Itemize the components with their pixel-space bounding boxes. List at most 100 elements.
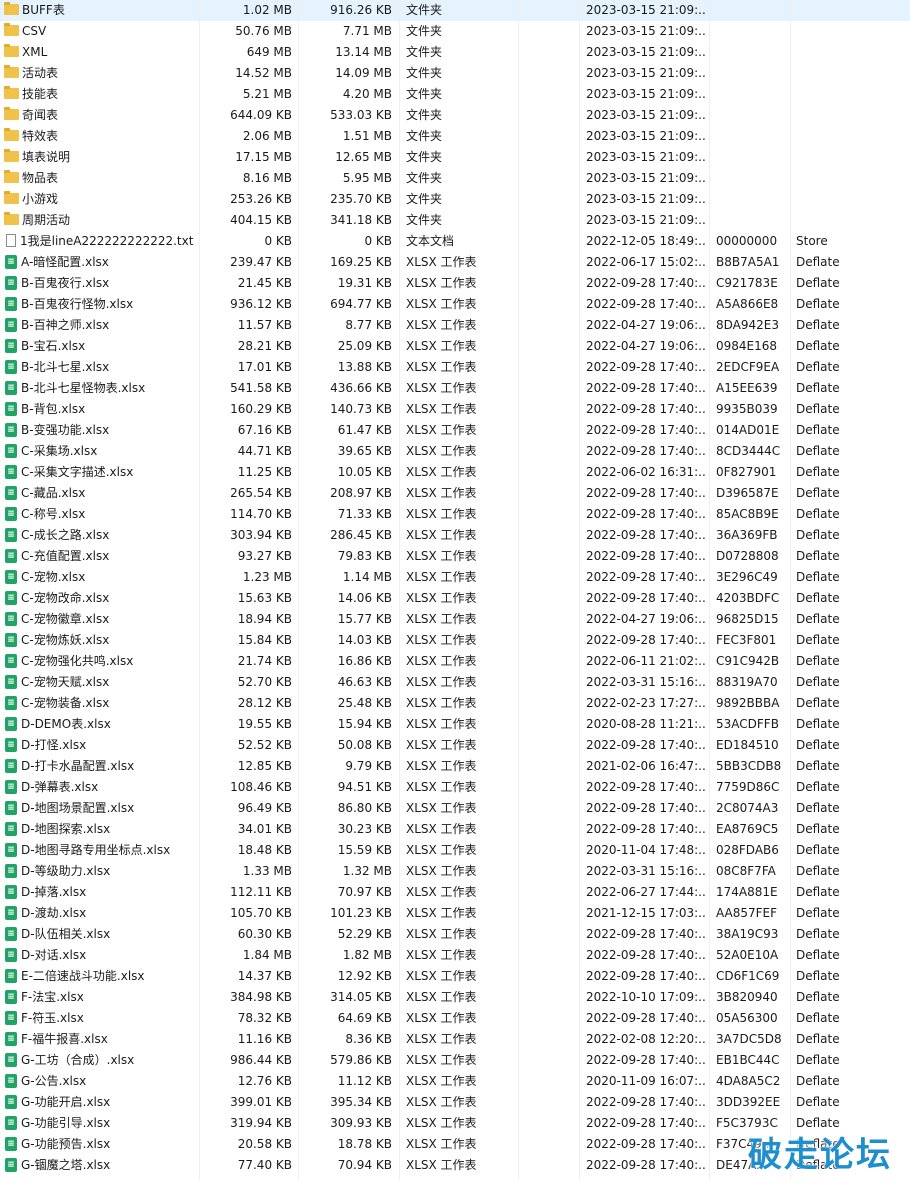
file-row[interactable]: ≡ B-百鬼夜行怪物.xlsx 936.12 KB 694.77 KB XLSX 工作表… — [0, 294, 910, 315]
xlsx-file-icon: ≡ — [5, 275, 17, 290]
file-size: 18.48 KB — [237, 843, 292, 857]
file-row[interactable]: 特效表 2.06 MB 1.51 MB 文件夹 2023-03-15 21:09:... — [0, 126, 910, 147]
file-crc: 0984E168 — [716, 339, 778, 353]
file-row[interactable]: ≡ D-打怪.xlsx 52.52 KB 50.08 KB XLSX 工作表 2022-0… — [0, 735, 910, 756]
file-size: 936.12 KB — [230, 297, 292, 311]
file-modified: 2022-09-28 17:40:... — [586, 801, 706, 815]
file-row[interactable]: ≡ B-变强功能.xlsx 67.16 KB 61.47 KB XLSX 工作表 2022… — [0, 420, 910, 441]
file-name: D-打卡水晶配置.xlsx — [21, 759, 135, 773]
file-row[interactable]: ≡ D-地图场景配置.xlsx 96.49 KB 86.80 KB XLSX 工作表 20… — [0, 798, 910, 819]
file-row[interactable]: 技能表 5.21 MB 4.20 MB 文件夹 2023-03-15 21:09:... — [0, 84, 910, 105]
file-row[interactable]: ≡ C-宠物炼妖.xlsx 15.84 KB 14.03 KB XLSX 工作表 2022… — [0, 630, 910, 651]
file-row[interactable]: ≡ C-采集场.xlsx 44.71 KB 39.65 KB XLSX 工作表 2022-… — [0, 441, 910, 462]
file-packed-size: 8.36 KB — [345, 1032, 392, 1046]
file-crc: 0F827901 — [716, 465, 777, 479]
file-row[interactable]: BUFF表 1.02 MB 916.26 KB 文件夹 2023-03-15 21:09… — [0, 0, 910, 21]
file-type: XLSX 工作表 — [406, 1053, 477, 1067]
file-crc: C91C942B — [716, 654, 780, 668]
file-size: 21.74 KB — [237, 654, 292, 668]
file-row[interactable]: 奇闻表 644.09 KB 533.03 KB 文件夹 2023-03-15 21:09… — [0, 105, 910, 126]
file-row[interactable]: ≡ C-宠物徽章.xlsx 18.94 KB 15.77 KB XLSX 工作表 2022… — [0, 609, 910, 630]
file-row[interactable]: ≡ E-二倍速战斗功能.xlsx 14.37 KB 12.92 KB XLSX 工作表 2… — [0, 966, 910, 987]
xlsx-file-icon: ≡ — [5, 884, 17, 899]
file-type: XLSX 工作表 — [406, 465, 477, 479]
file-row[interactable]: ≡ B-北斗七星怪物表.xlsx 541.58 KB 436.66 KB XLSX 工作… — [0, 378, 910, 399]
file-method — [796, 168, 876, 189]
file-row[interactable]: ≡ C-称号.xlsx 114.70 KB 71.33 KB XLSX 工作表 2022-… — [0, 504, 910, 525]
file-name-cell: ≡ D-地图探索.xlsx — [4, 819, 196, 840]
file-method — [796, 126, 876, 147]
file-type: XLSX 工作表 — [406, 276, 477, 290]
file-packed-size: 1.32 MB — [342, 864, 392, 878]
file-crc: 88319A70 — [716, 675, 778, 689]
file-row[interactable]: ≡ C-宠物.xlsx 1.23 MB 1.14 MB XLSX 工作表 2022-09-… — [0, 567, 910, 588]
xlsx-file-icon: ≡ — [5, 1094, 17, 1109]
file-name-cell: ≡ F-法宝.xlsx — [4, 987, 196, 1008]
file-row[interactable]: ≡ C-宠物装备.xlsx 28.12 KB 25.48 KB XLSX 工作表 2022… — [0, 693, 910, 714]
file-type: XLSX 工作表 — [406, 1137, 477, 1151]
file-row[interactable]: ≡ C-宠物天赋.xlsx 52.70 KB 46.63 KB XLSX 工作表 2022… — [0, 672, 910, 693]
file-row[interactable]: ≡ C-藏品.xlsx 265.54 KB 208.97 KB XLSX 工作表 2022… — [0, 483, 910, 504]
file-row[interactable]: ≡ B-百鬼夜行.xlsx 21.45 KB 19.31 KB XLSX 工作表 2022… — [0, 273, 910, 294]
file-row[interactable]: ≡ D-地图寻路专用坐标点.xlsx 18.48 KB 15.59 KB XLSX 工作… — [0, 840, 910, 861]
file-packed-size: 16.86 KB — [337, 654, 392, 668]
file-type: XLSX 工作表 — [406, 381, 477, 395]
file-row[interactable]: ≡ G-功能开启.xlsx 399.01 KB 395.34 KB XLSX 工作表 20… — [0, 1092, 910, 1113]
file-row[interactable]: XML 649 MB 13.14 MB 文件夹 2023-03-15 21:09:... — [0, 42, 910, 63]
file-size: 52.70 KB — [237, 675, 292, 689]
file-row[interactable]: 1我是lineA222222222222.txt 0 KB 0 KB 文本文档 2022… — [0, 231, 910, 252]
file-row[interactable]: ≡ F-福牛报喜.xlsx 11.16 KB 8.36 KB XLSX 工作表 2022-… — [0, 1029, 910, 1050]
file-row[interactable]: ≡ C-采集文字描述.xlsx 11.25 KB 10.05 KB XLSX 工作表 20… — [0, 462, 910, 483]
file-row[interactable]: ≡ D-地图探索.xlsx 34.01 KB 30.23 KB XLSX 工作表 2022… — [0, 819, 910, 840]
file-modified: 2022-12-05 18:49:... — [586, 234, 706, 248]
file-name: F-福牛报喜.xlsx — [21, 1032, 108, 1046]
file-type: XLSX 工作表 — [406, 843, 477, 857]
file-name: B-背包.xlsx — [21, 402, 86, 416]
file-row[interactable]: ≡ D-等级助力.xlsx 1.33 MB 1.32 MB XLSX 工作表 2022-0… — [0, 861, 910, 882]
file-row[interactable]: 周期活动 404.15 KB 341.18 KB 文件夹 2023-03-15 21:0… — [0, 210, 910, 231]
file-modified: 2022-09-28 17:40:... — [586, 1011, 706, 1025]
file-row[interactable]: ≡ G-公告.xlsx 12.76 KB 11.12 KB XLSX 工作表 2020-1… — [0, 1071, 910, 1092]
file-modified: 2022-06-17 15:02:... — [586, 255, 706, 269]
file-row[interactable]: ≡ C-成长之路.xlsx 303.94 KB 286.45 KB XLSX 工作表 20… — [0, 525, 910, 546]
file-row[interactable]: ≡ C-宠物强化共鸣.xlsx 21.74 KB 16.86 KB XLSX 工作表 20… — [0, 651, 910, 672]
file-name: G-功能开启.xlsx — [21, 1095, 111, 1109]
file-row[interactable]: ≡ B-背包.xlsx 160.29 KB 140.73 KB XLSX 工作表 2022… — [0, 399, 910, 420]
file-size: 105.70 KB — [230, 906, 292, 920]
file-row[interactable]: ≡ D-DEMO表.xlsx 19.55 KB 15.94 KB XLSX 工作表 202… — [0, 714, 910, 735]
file-row[interactable]: ≡ B-百神之师.xlsx 11.57 KB 8.77 KB XLSX 工作表 2022-… — [0, 315, 910, 336]
file-row[interactable]: 填表说明 17.15 MB 12.65 MB 文件夹 2023-03-15 21:09:… — [0, 147, 910, 168]
file-name-cell: ≡ F-符玉.xlsx — [4, 1008, 196, 1029]
file-crc: 3DD392EE — [716, 1095, 781, 1109]
file-row[interactable]: ≡ F-符玉.xlsx 78.32 KB 64.69 KB XLSX 工作表 2022-0… — [0, 1008, 910, 1029]
file-type: XLSX 工作表 — [406, 738, 477, 752]
file-row[interactable]: ≡ C-充值配置.xlsx 93.27 KB 79.83 KB XLSX 工作表 2022… — [0, 546, 910, 567]
file-modified: 2023-03-15 21:09:... — [586, 150, 706, 164]
file-row[interactable]: ≡ D-对话.xlsx 1.84 MB 1.82 MB XLSX 工作表 2022-09-… — [0, 945, 910, 966]
file-row[interactable]: ≡ B-北斗七星.xlsx 17.01 KB 13.88 KB XLSX 工作表 2022… — [0, 357, 910, 378]
file-row[interactable]: 物品表 8.16 MB 5.95 MB 文件夹 2023-03-15 21:09:... — [0, 168, 910, 189]
file-modified: 2023-03-15 21:09:... — [586, 171, 706, 185]
file-size: 265.54 KB — [230, 486, 292, 500]
file-row[interactable]: ≡ D-渡劫.xlsx 105.70 KB 101.23 KB XLSX 工作表 2021… — [0, 903, 910, 924]
file-crc: 9935B039 — [716, 402, 778, 416]
file-row[interactable]: 小游戏 253.26 KB 235.70 KB 文件夹 2023-03-15 21:09… — [0, 189, 910, 210]
file-size: 541.58 KB — [230, 381, 292, 395]
file-row[interactable]: ≡ D-打卡水晶配置.xlsx 12.85 KB 9.79 KB XLSX 工作表 202… — [0, 756, 910, 777]
file-name: D-渡劫.xlsx — [21, 906, 87, 920]
file-row[interactable]: ≡ D-弹幕表.xlsx 108.46 KB 94.51 KB XLSX 工作表 2022… — [0, 777, 910, 798]
file-row[interactable]: 活动表 14.52 MB 14.09 MB 文件夹 2023-03-15 21:09:.… — [0, 63, 910, 84]
file-row[interactable]: ≡ D-掉落.xlsx 112.11 KB 70.97 KB XLSX 工作表 2022-… — [0, 882, 910, 903]
file-row[interactable]: ≡ D-队伍相关.xlsx 60.30 KB 52.29 KB XLSX 工作表 2022… — [0, 924, 910, 945]
file-row[interactable]: ≡ C-宠物改命.xlsx 15.63 KB 14.06 KB XLSX 工作表 2022… — [0, 588, 910, 609]
file-row[interactable]: ≡ F-法宝.xlsx 384.98 KB 314.05 KB XLSX 工作表 2022… — [0, 987, 910, 1008]
file-name-cell: ≡ G-功能开启.xlsx — [4, 1092, 196, 1113]
file-row[interactable]: ≡ G-工坊（合成）.xlsx 986.44 KB 579.86 KB XLSX 工作表… — [0, 1050, 910, 1071]
file-row[interactable]: CSV 50.76 MB 7.71 MB 文件夹 2023-03-15 21:09:..… — [0, 21, 910, 42]
file-row[interactable]: ≡ A-暗怪配置.xlsx 239.47 KB 169.25 KB XLSX 工作表 20… — [0, 252, 910, 273]
xlsx-file-icon: ≡ — [5, 401, 17, 416]
file-type: XLSX 工作表 — [406, 255, 477, 269]
file-packed-size: 15.59 KB — [337, 843, 392, 857]
file-row[interactable]: ≡ B-宝石.xlsx 28.21 KB 25.09 KB XLSX 工作表 2022-0… — [0, 336, 910, 357]
file-modified: 2021-12-15 17:03:... — [586, 906, 706, 920]
